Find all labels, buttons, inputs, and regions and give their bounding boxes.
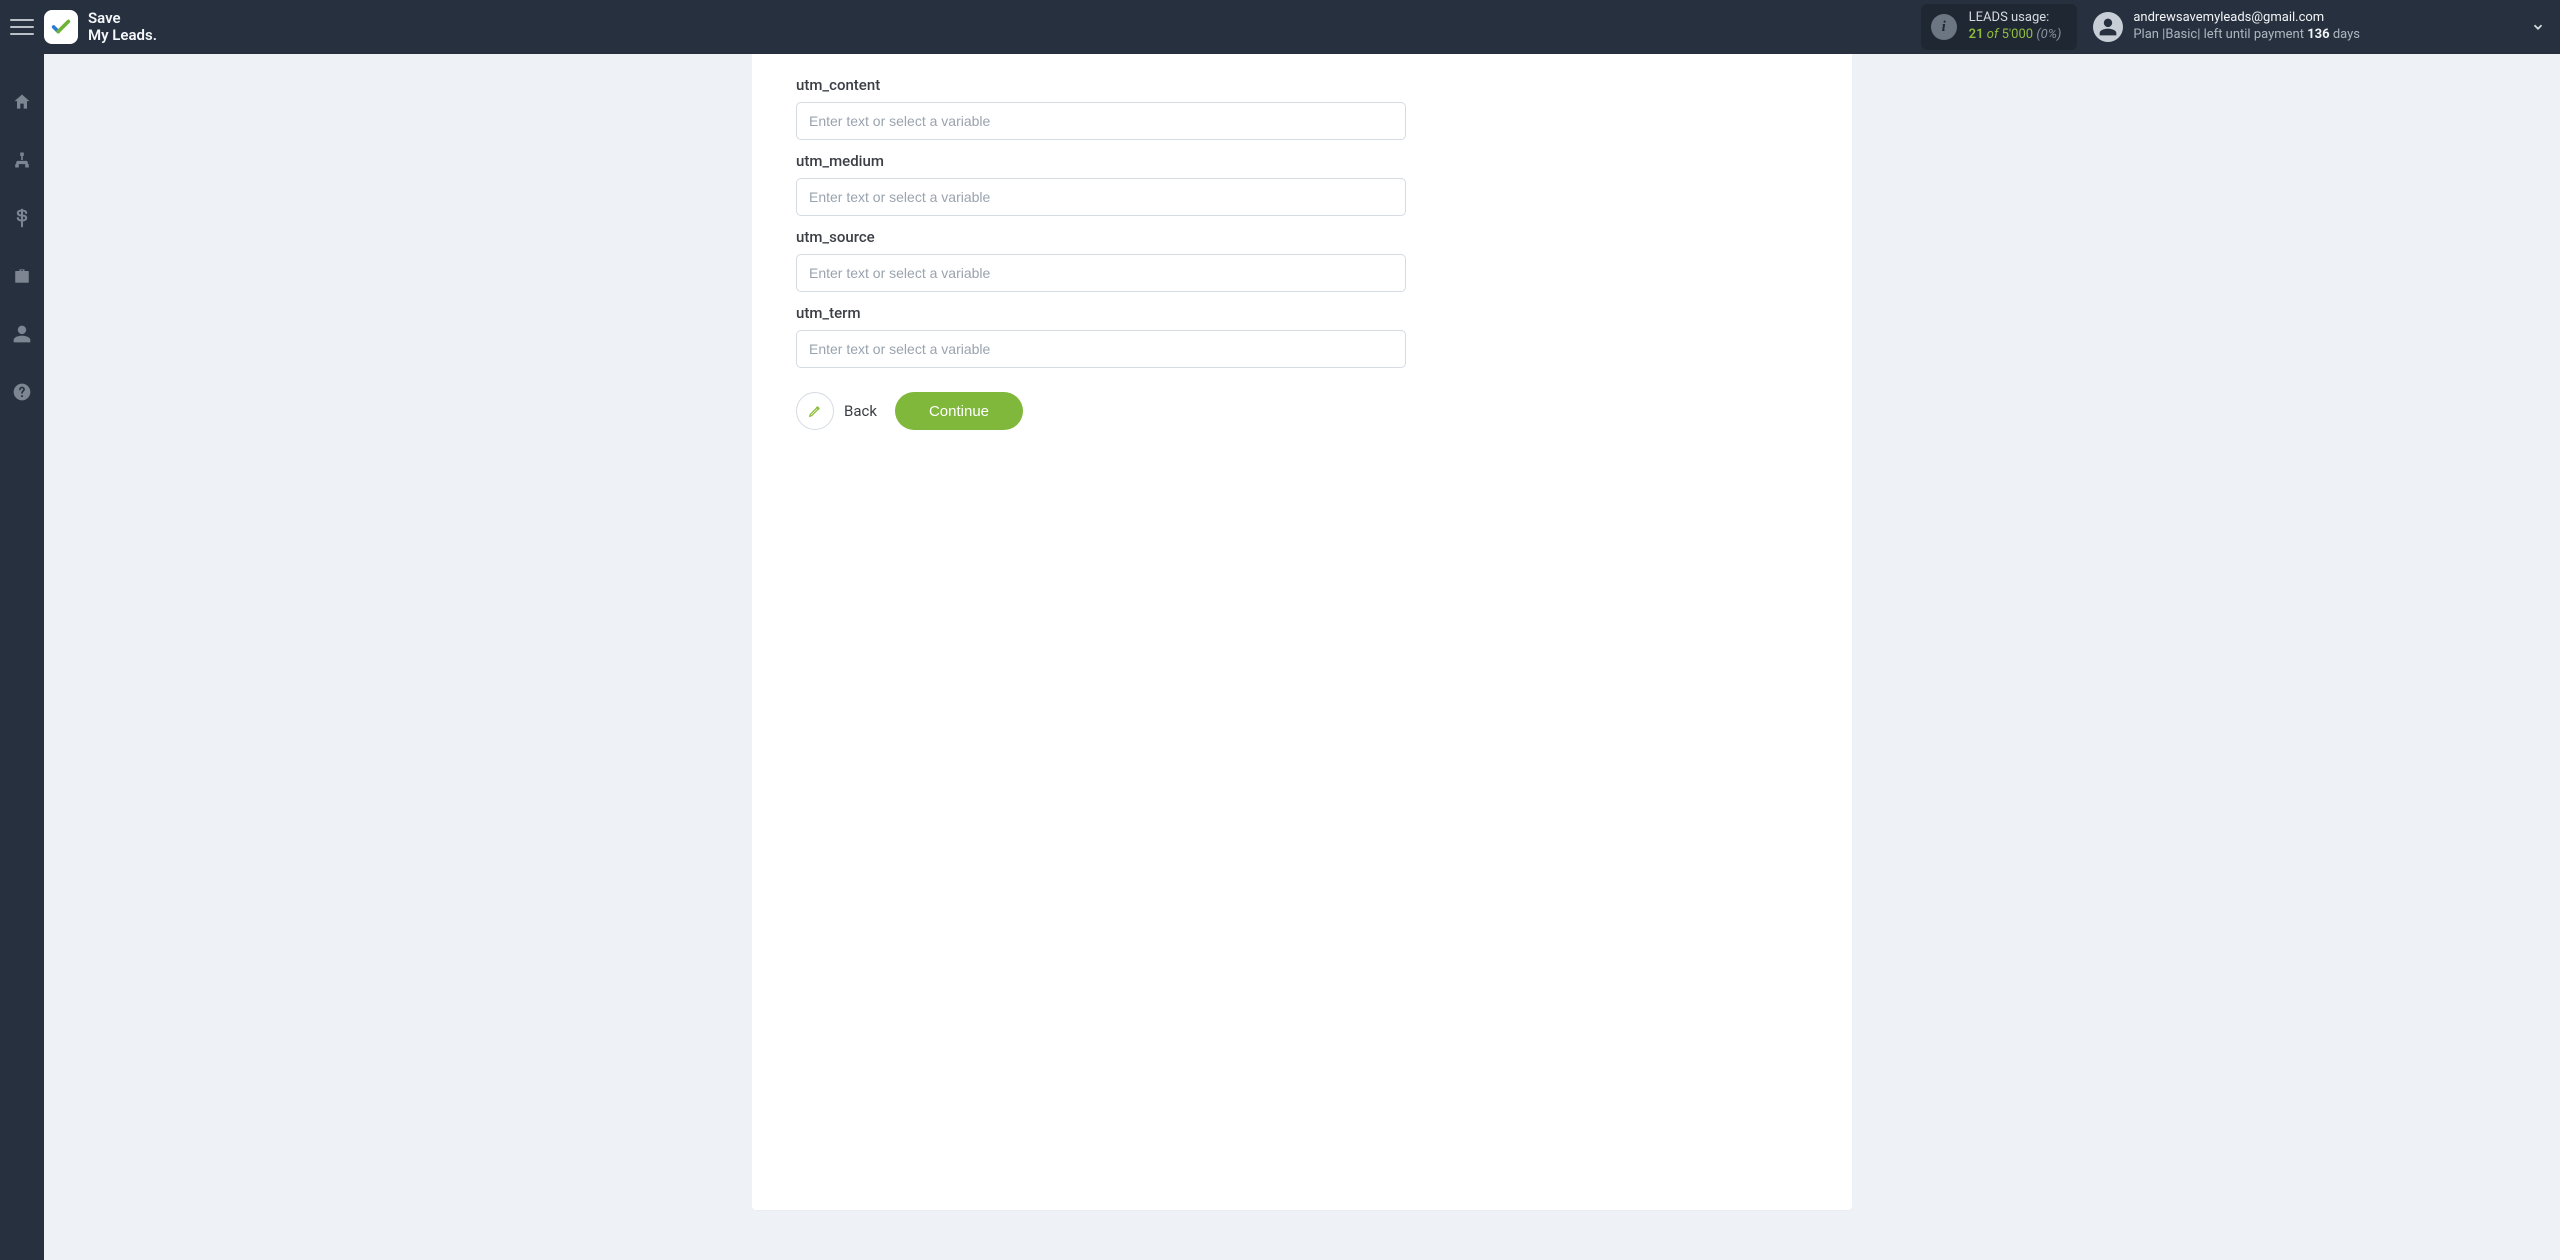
pencil-icon	[807, 403, 823, 419]
brand-line2: My Leads.	[88, 27, 157, 44]
form-field: utm_source	[796, 228, 1406, 292]
briefcase-icon	[12, 266, 32, 286]
form-card: utm_contentutm_mediumutm_sourceutm_term …	[752, 54, 1852, 1210]
continue-button[interactable]: Continue	[895, 392, 1023, 430]
utm-term-input[interactable]	[796, 330, 1406, 368]
usage-total: 5'000	[2002, 27, 2034, 42]
brand-name: Save My Leads.	[88, 10, 157, 45]
sidebar-briefcase[interactable]	[0, 256, 44, 296]
field-label: utm_medium	[796, 152, 1406, 170]
plan-prefix: Plan |	[2133, 27, 2165, 42]
account-plan: Plan |Basic| left until payment 136 days	[2133, 27, 2360, 44]
menu-toggle[interactable]	[10, 15, 34, 39]
main-area: utm_contentutm_mediumutm_sourceutm_term …	[44, 54, 2560, 1260]
utm-content-input[interactable]	[796, 102, 1406, 140]
app-logo	[44, 10, 78, 44]
sidebar-sitemap[interactable]	[0, 140, 44, 180]
sitemap-icon	[12, 150, 32, 170]
usage-label: LEADS usage:	[1969, 10, 2062, 27]
form-field: utm_term	[796, 304, 1406, 368]
form-field: utm_medium	[796, 152, 1406, 216]
account-chevron[interactable]	[2530, 19, 2546, 35]
usage-count: 21	[1969, 27, 1984, 42]
usage-pct: (0%)	[2036, 27, 2061, 42]
field-label: utm_content	[796, 76, 1406, 94]
pencil-circle	[796, 392, 834, 430]
plan-days-num: 136	[2307, 27, 2329, 42]
sidebar-billing[interactable]	[0, 198, 44, 238]
user-icon	[12, 324, 32, 344]
form-field: utm_content	[796, 76, 1406, 140]
user-icon	[2098, 17, 2118, 37]
sidebar	[0, 54, 44, 1260]
sidebar-help[interactable]	[0, 372, 44, 412]
leads-usage-widget[interactable]: i LEADS usage: 21 of 5'000 (0%)	[1921, 4, 2078, 50]
field-label: utm_term	[796, 304, 1406, 322]
sidebar-profile[interactable]	[0, 314, 44, 354]
plan-mid: | left until payment	[2197, 27, 2307, 42]
help-icon	[12, 382, 32, 402]
brand-line1: Save	[88, 10, 157, 27]
back-label: Back	[844, 402, 877, 420]
avatar	[2093, 12, 2123, 42]
back-button[interactable]: Back	[796, 392, 877, 430]
info-icon: i	[1931, 14, 1957, 40]
utm-source-input[interactable]	[796, 254, 1406, 292]
plan-name: Basic	[2165, 27, 2197, 42]
chevron-down-icon	[2531, 20, 2545, 34]
field-label: utm_source	[796, 228, 1406, 246]
sidebar-home[interactable]	[0, 82, 44, 122]
account-email: andrewsavemyleads@gmail.com	[2133, 10, 2360, 27]
topbar: Save My Leads. i LEADS usage: 21 of 5'00…	[0, 0, 2560, 54]
plan-days-word: days	[2330, 27, 2360, 42]
account-widget[interactable]: andrewsavemyleads@gmail.com Plan |Basic|…	[2093, 10, 2360, 44]
dollar-icon	[12, 208, 32, 228]
utm-medium-input[interactable]	[796, 178, 1406, 216]
home-icon	[12, 92, 32, 112]
usage-of: of	[1987, 27, 1999, 42]
actions-row: Back Continue	[796, 392, 1406, 430]
check-icon	[50, 16, 72, 38]
